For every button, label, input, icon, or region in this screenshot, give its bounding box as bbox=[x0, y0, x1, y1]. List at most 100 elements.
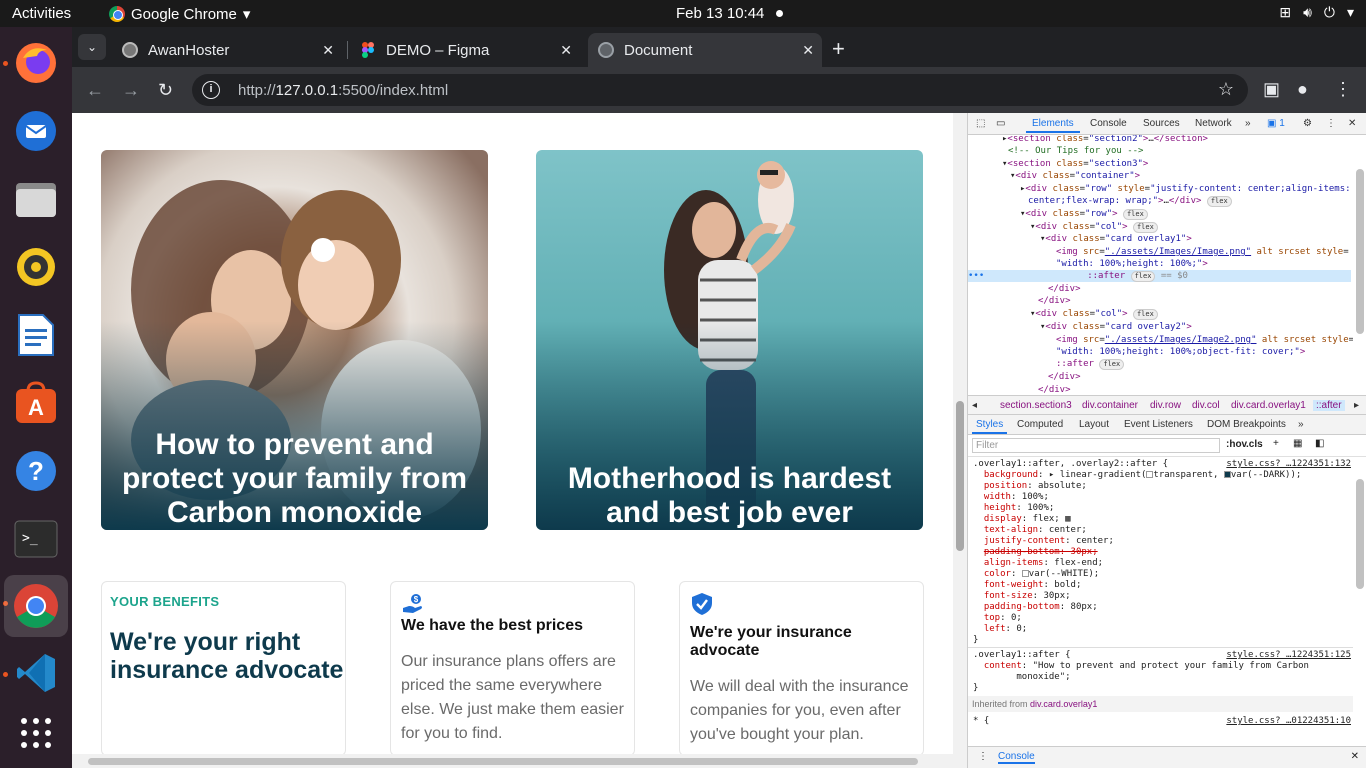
dom-comment[interactable]: <!-- Our Tips for you --> bbox=[1008, 145, 1143, 157]
rule3-selector[interactable]: * { bbox=[973, 716, 989, 727]
close-icon[interactable]: ✕ bbox=[1351, 751, 1359, 762]
tab-console[interactable]: Console bbox=[1090, 118, 1127, 129]
styles-scrollbar[interactable] bbox=[1356, 479, 1364, 589]
more-menu-icon[interactable]: ⋮ bbox=[978, 751, 988, 762]
tab-search-button[interactable]: ⌄ bbox=[78, 34, 106, 60]
terminal-icon[interactable]: >_ bbox=[10, 513, 62, 565]
dom-tree-scrollbar[interactable] bbox=[1356, 169, 1364, 334]
scrollbar-thumb[interactable] bbox=[88, 758, 918, 765]
add-rule-icon[interactable]: + bbox=[1273, 438, 1279, 449]
toggle-sidebar-icon[interactable]: ◧ bbox=[1315, 438, 1324, 449]
subtab-dom-breakpoints[interactable]: DOM Breakpoints bbox=[1207, 419, 1286, 430]
styles-filter-input[interactable]: Filter bbox=[972, 438, 1220, 453]
rule2-source-link[interactable]: style.css? …1224351:125 bbox=[1226, 650, 1351, 660]
style-decl[interactable]: top: 0; bbox=[973, 613, 1022, 624]
tab-figma[interactable]: DEMO – Figma ✕ bbox=[350, 33, 580, 67]
inherited-from-link[interactable]: div.card.overlay1 bbox=[1030, 699, 1097, 709]
tab-elements[interactable]: Elements bbox=[1026, 118, 1080, 133]
rule3-source-link[interactable]: style.css? …01224351:10 bbox=[1226, 716, 1351, 726]
profile-icon[interactable]: ● bbox=[1297, 79, 1308, 100]
close-icon[interactable]: ✕ bbox=[322, 42, 334, 59]
subtab-styles[interactable]: Styles bbox=[971, 419, 1008, 434]
more-tabs-icon[interactable]: » bbox=[1245, 118, 1251, 129]
tab-document[interactable]: Document ✕ bbox=[588, 33, 822, 67]
style-decl[interactable]: content: "How to prevent and protect you… bbox=[973, 661, 1309, 672]
cls-toggle[interactable]: .cls bbox=[1246, 439, 1263, 450]
style-decl[interactable]: padding-bottom: 80px; bbox=[973, 602, 1098, 613]
style-decl[interactable]: display: flex; ▦ bbox=[973, 514, 1071, 525]
card-overlay1[interactable]: How to prevent and protect your family f… bbox=[101, 150, 488, 530]
vscode-icon[interactable] bbox=[10, 647, 62, 699]
dom-node[interactable]: ▸<div class="row" style="justify-content… bbox=[1020, 183, 1351, 195]
horizontal-scrollbar[interactable] bbox=[72, 754, 953, 768]
issues-badge[interactable]: ▣ 1 bbox=[1267, 118, 1285, 129]
style-decl[interactable]: width: 100%; bbox=[973, 492, 1049, 503]
subtab-computed[interactable]: Computed bbox=[1017, 419, 1063, 430]
close-icon[interactable]: ✕ bbox=[802, 42, 814, 59]
chrome-icon[interactable] bbox=[4, 575, 68, 637]
dom-node-selected[interactable]: ••• ::after flex == $0 bbox=[968, 270, 1351, 282]
info-icon[interactable]: i bbox=[202, 81, 220, 99]
style-decl[interactable]: position: absolute; bbox=[973, 481, 1087, 492]
dom-node[interactable]: ▸<section class="section2">…</section> bbox=[1002, 135, 1208, 145]
app-menu[interactable]: Google Chrome ▾ bbox=[109, 5, 250, 23]
dom-node[interactable]: </div> bbox=[1038, 384, 1071, 395]
tab-network[interactable]: Network bbox=[1195, 118, 1232, 129]
firefox-icon[interactable] bbox=[10, 37, 62, 89]
forward-icon[interactable]: → bbox=[122, 80, 140, 101]
vertical-scrollbar[interactable] bbox=[953, 113, 967, 768]
reload-icon[interactable]: ↻ bbox=[158, 80, 173, 101]
styles-pane[interactable]: .overlay1::after, .overlay2::after { sty… bbox=[968, 457, 1353, 737]
dom-tree[interactable]: ▸<section class="section2">…</section> <… bbox=[968, 135, 1353, 395]
rule1-source-link[interactable]: style.css? …1224351:132 bbox=[1226, 459, 1351, 469]
dom-node[interactable]: </div> bbox=[1048, 283, 1081, 295]
hov-toggle[interactable]: :hov bbox=[1226, 439, 1247, 450]
style-decl[interactable]: align-items: flex-end; bbox=[973, 558, 1103, 569]
close-icon[interactable]: ✕ bbox=[560, 42, 572, 59]
dom-node[interactable]: ▾<div class="container"> bbox=[1010, 170, 1140, 182]
help-icon[interactable]: ? bbox=[10, 445, 62, 497]
rhythmbox-icon[interactable] bbox=[10, 241, 62, 293]
software-center-icon[interactable]: A bbox=[10, 377, 62, 429]
dom-node[interactable]: <img src="./assets/Images/Image.png" alt… bbox=[1056, 246, 1349, 258]
bookmark-star-icon[interactable]: ☆ bbox=[1218, 79, 1234, 100]
new-tab-button[interactable]: + bbox=[832, 36, 845, 62]
breadcrumb-item[interactable]: div.row bbox=[1150, 400, 1181, 411]
breadcrumb-item[interactable]: section.section3 bbox=[1000, 400, 1072, 411]
subtab-layout[interactable]: Layout bbox=[1079, 419, 1109, 430]
subtab-event-listeners[interactable]: Event Listeners bbox=[1124, 419, 1193, 430]
thunderbird-icon[interactable] bbox=[10, 105, 62, 157]
rule1-selector[interactable]: .overlay1::after, .overlay2::after { bbox=[973, 459, 1168, 470]
breadcrumb-item-active[interactable]: ::after bbox=[1313, 400, 1345, 411]
style-decl[interactable]: left: 0; bbox=[973, 624, 1027, 635]
dom-node[interactable]: ▾<div class="row"> flex bbox=[1020, 208, 1148, 220]
close-icon[interactable]: ✕ bbox=[1348, 118, 1356, 129]
card-overlay2[interactable]: Motherhood is hardest and best job ever bbox=[536, 150, 923, 530]
dom-node[interactable]: </div> bbox=[1048, 371, 1081, 383]
scrollbar-thumb[interactable] bbox=[956, 401, 964, 551]
color-format-icon[interactable]: ▦ bbox=[1293, 438, 1302, 449]
show-apps-icon[interactable] bbox=[10, 707, 62, 759]
inspect-element-icon[interactable]: ⬚ bbox=[976, 118, 985, 129]
dom-node[interactable]: <img src="./assets/Images/Image2.png" al… bbox=[1056, 334, 1353, 346]
back-icon[interactable]: ← bbox=[86, 80, 104, 101]
chevron-left-icon[interactable]: ◂ bbox=[972, 400, 977, 411]
breadcrumb-item[interactable]: div.container bbox=[1082, 400, 1138, 411]
system-tray[interactable]: ⊞ 🔊︎ ⏻ ▾ bbox=[1279, 4, 1354, 21]
more-menu-icon[interactable]: ⋮ bbox=[1326, 118, 1336, 129]
dom-node[interactable]: ▾<div class="card overlay1"> bbox=[1040, 233, 1192, 245]
dom-node[interactable]: ▾<div class="card overlay2"> bbox=[1040, 321, 1192, 333]
style-decl[interactable]: justify-content: center; bbox=[973, 536, 1114, 547]
more-tabs-icon[interactable]: » bbox=[1298, 419, 1304, 430]
more-menu-icon[interactable]: ⋮ bbox=[1334, 79, 1352, 100]
style-decl-overridden[interactable]: padding-bottom: 30px; bbox=[973, 547, 1098, 558]
rule2-selector[interactable]: .overlay1::after { bbox=[973, 650, 1071, 661]
chevron-right-icon[interactable]: ▸ bbox=[1354, 400, 1359, 411]
style-decl[interactable]: height: 100%; bbox=[973, 503, 1054, 514]
clock[interactable]: Feb 13 10:44 bbox=[676, 5, 764, 22]
dom-node[interactable]: ▾<div class="col"> flex bbox=[1030, 308, 1158, 320]
style-decl[interactable]: font-weight: bold; bbox=[973, 580, 1082, 591]
style-decl[interactable]: text-align: center; bbox=[973, 525, 1087, 536]
dom-node[interactable]: ▾<div class="col"> flex bbox=[1030, 221, 1158, 233]
files-icon[interactable] bbox=[10, 173, 62, 225]
